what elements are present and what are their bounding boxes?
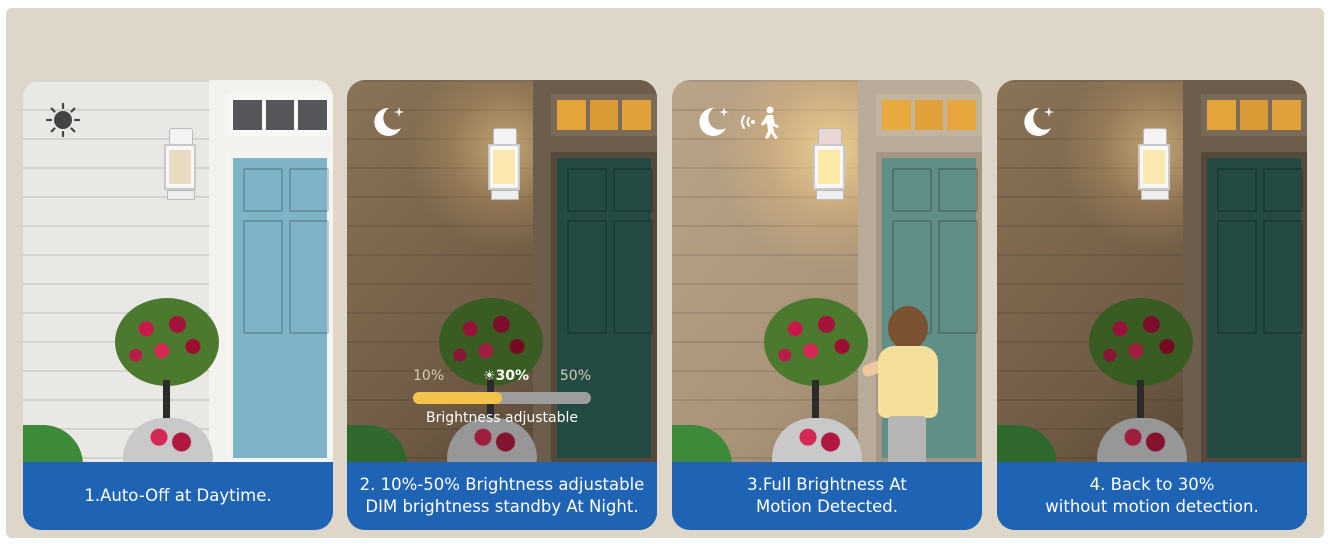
brightness-bar-fill	[413, 392, 502, 404]
caption-bar: 1.Auto-Off at Daytime.	[23, 462, 333, 530]
caption-line: Motion Detected.	[755, 497, 899, 516]
front-door	[1201, 152, 1307, 464]
caption-line: 3.Full Brightness At	[747, 475, 907, 494]
moon-icon	[1024, 107, 1054, 136]
moon-icon	[374, 107, 404, 136]
motion-sensor-icon	[741, 106, 779, 139]
wall-lamp	[810, 128, 848, 208]
brightness-current: ☀30%	[483, 368, 529, 384]
caption-line: 2. 10%-50% Brightness adjustable	[359, 475, 645, 494]
transom-window	[551, 94, 657, 136]
brightness-current-label: 30%	[495, 368, 530, 384]
bulb-icon: ☀	[483, 368, 496, 384]
transom-window	[876, 94, 982, 136]
brightness-caption: Brightness adjustable	[425, 410, 578, 426]
transom-window	[227, 94, 333, 136]
plant-stem	[1137, 380, 1144, 420]
caption-line: without motion detection.	[1045, 497, 1259, 516]
caption-bar: 2. 10%-50% Brightness adjustable DIM bri…	[347, 462, 657, 530]
brightness-max-label: 50%	[559, 368, 591, 384]
front-door	[227, 152, 333, 464]
caption-line: DIM brightness standby At Night.	[365, 497, 639, 516]
caption-bar: 3.Full Brightness At Motion Detected.	[672, 462, 982, 530]
brightness-indicator: 10% ☀30% 50% Brightness adjustable	[413, 368, 591, 438]
caption-line: 4. Back to 30%	[1089, 475, 1215, 494]
transom-window	[1201, 94, 1307, 136]
panel-daytime: 1.Auto-Off at Daytime.	[23, 80, 333, 530]
panel-night-dim: 10% ☀30% 50% Brightness adjustable 2. 10…	[347, 80, 657, 530]
sun-icon	[45, 102, 81, 138]
plant-stem	[812, 380, 819, 420]
panel-motion-detected: 3.Full Brightness At Motion Detected.	[672, 80, 982, 530]
caption-bar: 4. Back to 30% without motion detection.	[997, 462, 1307, 530]
brightness-min-label: 10%	[413, 368, 445, 384]
wall-lamp	[161, 128, 199, 208]
flower-bush	[764, 298, 868, 386]
panel-back-to-dim: 4. Back to 30% without motion detection.	[997, 80, 1307, 530]
flower-bush	[115, 298, 219, 386]
brightness-bar	[413, 392, 591, 404]
flower-bush	[1089, 298, 1193, 386]
plant-stem	[163, 380, 170, 420]
wall-lamp	[1135, 128, 1173, 208]
moon-icon	[699, 107, 729, 136]
wall-lamp	[485, 128, 523, 208]
caption-line: 1.Auto-Off at Daytime.	[84, 486, 272, 505]
